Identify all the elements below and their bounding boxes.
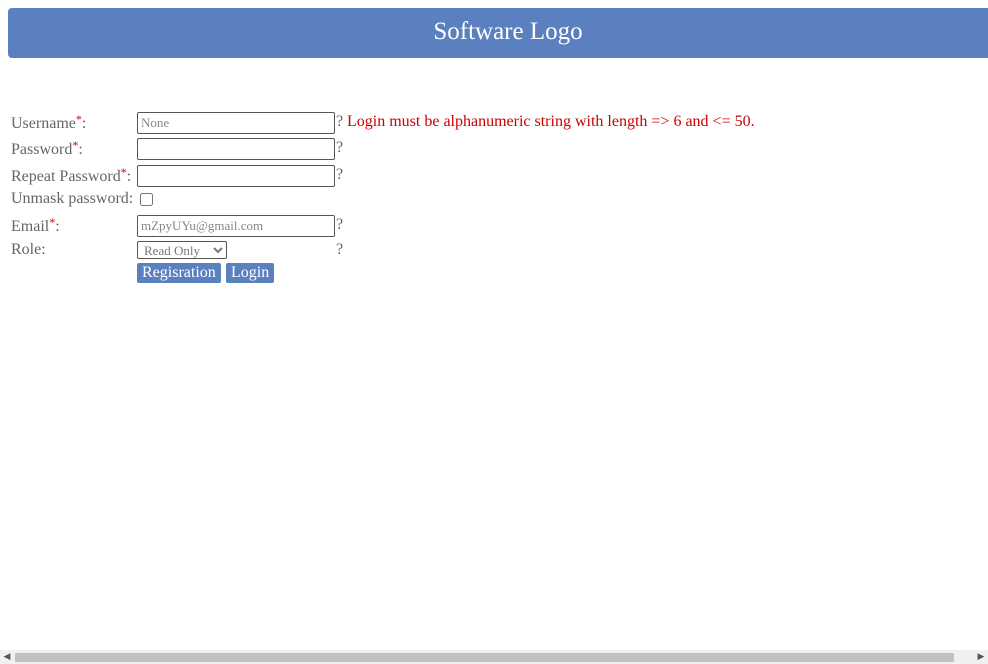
scrollbar-thumb[interactable] <box>15 653 954 662</box>
email-help-icon[interactable]: ? <box>336 216 343 234</box>
username-error-message: Login must be alphanumeric string with l… <box>347 113 755 130</box>
unmask-password-checkbox[interactable] <box>140 193 153 206</box>
password-help-icon[interactable]: ? <box>336 139 343 157</box>
required-mark: * <box>49 215 56 229</box>
repeat-password-input[interactable] <box>137 165 335 187</box>
repeat-password-label: Repeat Password*: <box>11 165 132 185</box>
page: Software Logo Username*: ? Login must be… <box>0 0 988 664</box>
unmask-password-label: Unmask password: <box>11 190 134 207</box>
email-input[interactable] <box>137 215 335 237</box>
role-label: Role: <box>11 241 46 258</box>
horizontal-scrollbar[interactable]: ◀ ▶ <box>0 650 988 664</box>
username-input[interactable] <box>137 112 335 134</box>
required-mark: * <box>120 165 127 179</box>
role-help-icon[interactable]: ? <box>336 241 343 259</box>
password-input[interactable] <box>137 138 335 160</box>
role-select[interactable]: Read Only <box>137 241 227 259</box>
login-button[interactable]: Login <box>226 263 275 283</box>
required-mark: * <box>75 112 82 126</box>
repeat-password-help-icon[interactable]: ? <box>336 166 343 184</box>
username-label: Username*: <box>11 112 87 132</box>
required-mark: * <box>72 138 79 152</box>
software-logo: Software Logo <box>433 18 583 45</box>
header-bar: Software Logo <box>8 8 988 58</box>
password-label: Password*: <box>11 138 83 158</box>
scroll-right-arrow-icon[interactable]: ▶ <box>974 650 988 664</box>
registration-button[interactable]: Regisration <box>137 263 221 283</box>
scroll-left-arrow-icon[interactable]: ◀ <box>0 650 14 664</box>
email-label: Email*: <box>11 215 60 235</box>
username-help-icon[interactable]: ? <box>336 113 343 131</box>
